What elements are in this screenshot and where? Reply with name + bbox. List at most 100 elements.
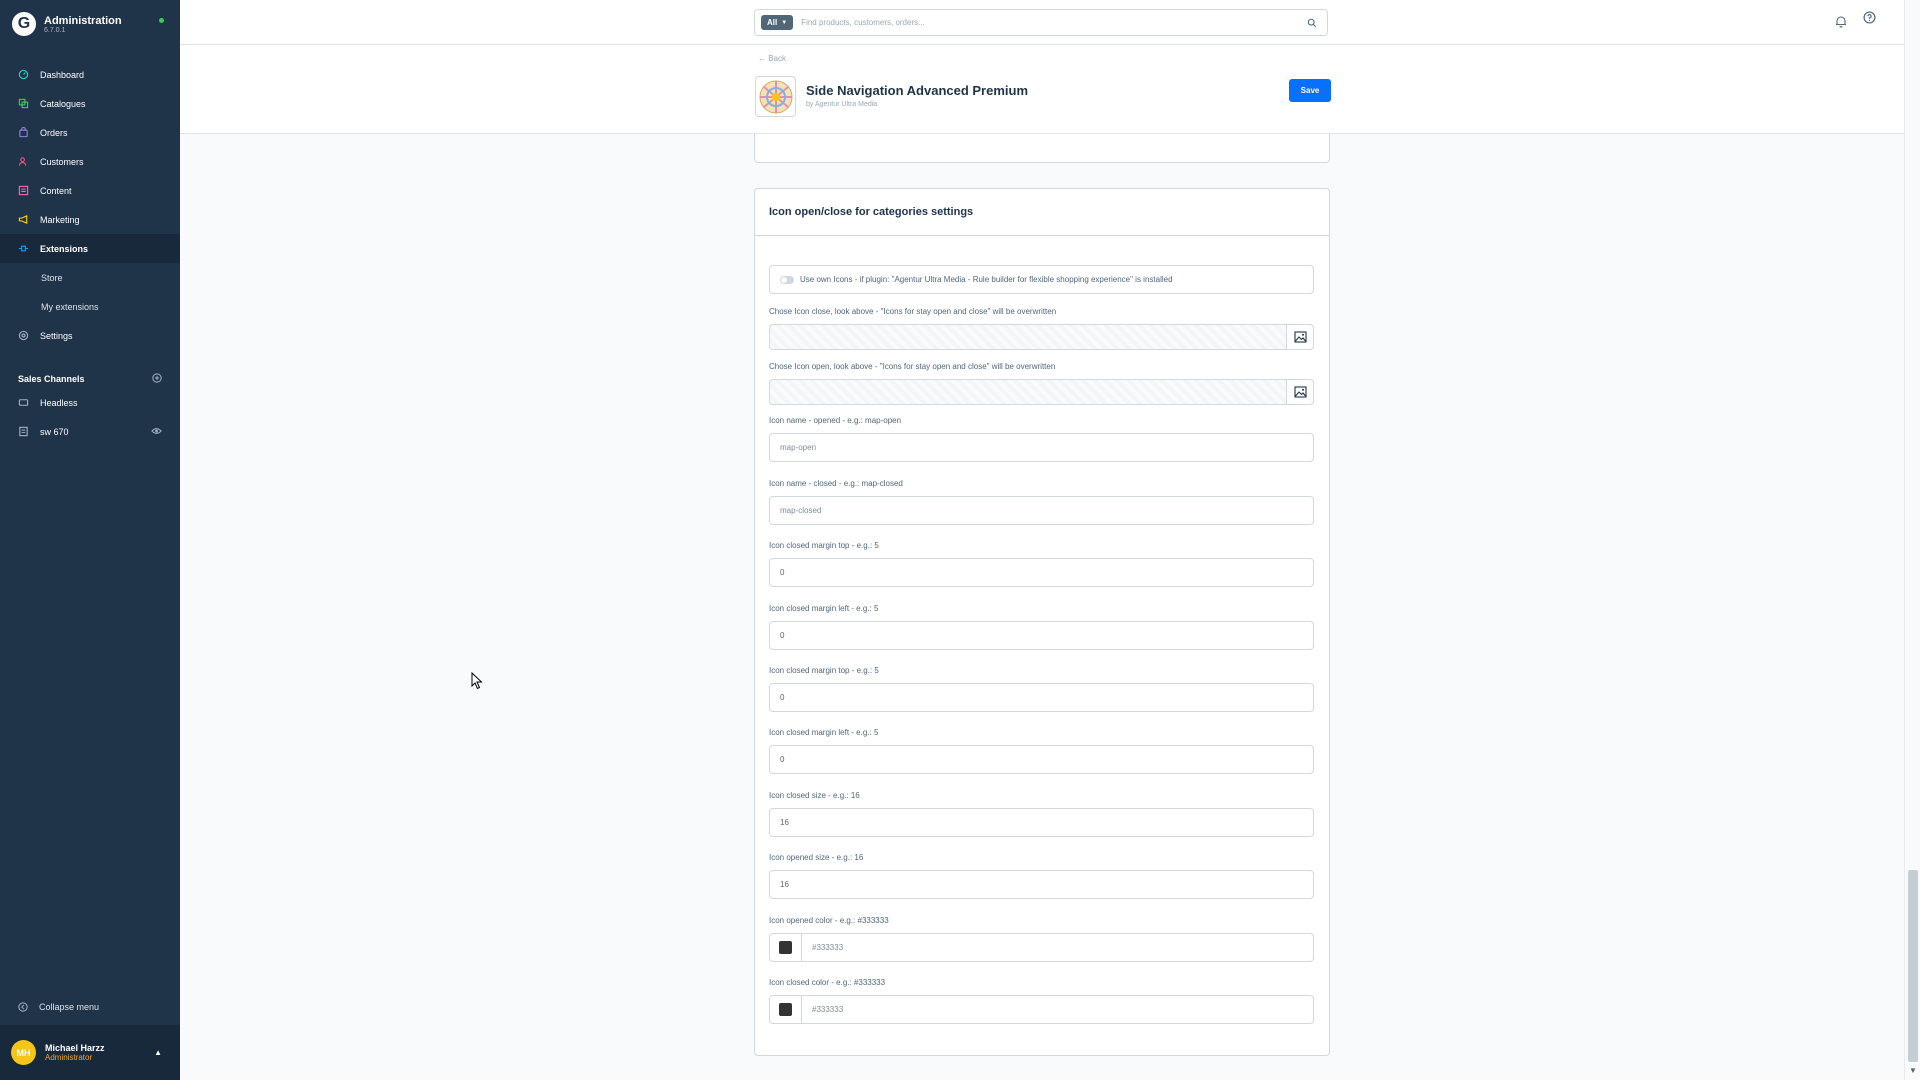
eye-icon[interactable] bbox=[151, 427, 162, 437]
settings-card: Icon open/close for categories settings … bbox=[754, 188, 1330, 1056]
brand-title: Administration bbox=[44, 14, 122, 27]
users-icon bbox=[18, 156, 29, 167]
use-own-icons-switch-field[interactable]: Use own Icons - if plugin: "Agentur Ultr… bbox=[769, 265, 1314, 294]
help-icon[interactable] bbox=[1863, 11, 1876, 29]
global-search: All ▼ bbox=[754, 9, 1328, 36]
arrow-left-icon: ← bbox=[758, 54, 766, 63]
field-label: Icon opened size - e.g.: 16 bbox=[769, 853, 864, 862]
gauge-icon bbox=[18, 69, 29, 80]
sidebar: G Administration 6.7.0.1 Dashboard Catal… bbox=[0, 0, 180, 1080]
icon-opened-color-field[interactable]: #333333 bbox=[769, 933, 1314, 962]
plugin-logo-icon bbox=[755, 76, 796, 117]
nav-label: Extensions bbox=[40, 243, 89, 254]
color-swatch bbox=[779, 941, 792, 954]
search-type-select[interactable]: All ▼ bbox=[761, 15, 794, 30]
scrollbar-thumb[interactable] bbox=[1908, 870, 1918, 1062]
sales-channel-sw670[interactable]: sw 670 bbox=[0, 417, 180, 446]
bell-icon[interactable] bbox=[1835, 15, 1847, 33]
page-header: ← Back Side Navigation Advanced Premium … bbox=[180, 45, 1904, 134]
shopping-bag-icon bbox=[18, 127, 29, 138]
user-role: Administrator bbox=[45, 1053, 93, 1062]
search-icon[interactable] bbox=[1307, 18, 1317, 28]
toggle-switch[interactable] bbox=[780, 275, 794, 284]
image-icon[interactable] bbox=[1286, 325, 1313, 349]
field-label: Icon name - closed - e.g.: map-closed bbox=[769, 479, 903, 488]
icon-closed-margin-left-input[interactable]: 0 bbox=[769, 621, 1314, 650]
back-label: Back bbox=[768, 54, 787, 63]
color-value[interactable]: #333333 bbox=[802, 1005, 843, 1014]
nav-customers[interactable]: Customers bbox=[0, 147, 180, 176]
nav-orders[interactable]: Orders bbox=[0, 118, 180, 147]
field-label: Chose Icon close, look above - "Icons fo… bbox=[769, 307, 1057, 316]
icon-closed-margin-top-input[interactable]: 0 bbox=[769, 558, 1314, 587]
icon-open-media-field[interactable] bbox=[769, 379, 1314, 405]
gear-icon bbox=[18, 330, 29, 341]
color-value[interactable]: #333333 bbox=[802, 943, 843, 952]
field-label: Icon closed margin left - e.g.: 5 bbox=[769, 604, 879, 613]
topbar: All ▼ bbox=[180, 0, 1904, 45]
field-label: Icon closed margin top - e.g.: 5 bbox=[769, 666, 879, 675]
collapse-icon bbox=[18, 1002, 28, 1012]
storefront-icon bbox=[18, 426, 29, 437]
main-nav: Dashboard Catalogues Orders Customers Co… bbox=[0, 60, 180, 350]
nav-label: Content bbox=[40, 185, 72, 196]
image-icon[interactable] bbox=[1286, 380, 1313, 404]
plug-icon bbox=[18, 243, 29, 254]
nav-dashboard[interactable]: Dashboard bbox=[0, 60, 180, 89]
field-label: Icon name - opened - e.g.: map-open bbox=[769, 416, 902, 425]
switch-label: Use own Icons - if plugin: "Agentur Ultr… bbox=[800, 275, 1173, 284]
icon-closed-margin-top-input-2[interactable]: 0 bbox=[769, 683, 1314, 712]
sales-channels-title: Sales Channels bbox=[18, 374, 85, 384]
color-picker-button[interactable] bbox=[770, 996, 802, 1023]
icon-closed-color-field[interactable]: #333333 bbox=[769, 995, 1314, 1024]
field-label: Icon closed size - e.g.: 16 bbox=[769, 791, 860, 800]
search-input[interactable] bbox=[801, 18, 1307, 27]
user-name: Michael Harzz bbox=[45, 1043, 105, 1053]
save-button[interactable]: Save bbox=[1289, 79, 1331, 102]
content-icon bbox=[18, 185, 29, 196]
icon-close-media-field[interactable] bbox=[769, 324, 1314, 350]
nav-label: Catalogues bbox=[40, 98, 86, 109]
sales-channels-header: Sales Channels bbox=[0, 370, 180, 388]
icon-name-opened-input[interactable]: map-open bbox=[769, 433, 1314, 462]
add-sales-channel-icon[interactable] bbox=[152, 373, 162, 385]
nav-label: Dashboard bbox=[40, 69, 85, 80]
avatar: MH bbox=[11, 1040, 36, 1065]
nav-catalogues[interactable]: Catalogues bbox=[0, 89, 180, 118]
nav-label: Marketing bbox=[40, 214, 80, 225]
chevron-up-icon: ▲ bbox=[154, 1048, 162, 1057]
previous-settings-card bbox=[754, 134, 1330, 163]
collapse-menu-button[interactable]: Collapse menu bbox=[0, 996, 180, 1018]
nav-label: Orders bbox=[40, 127, 68, 138]
user-menu[interactable]: MH Michael Harzz Administrator ▲ bbox=[0, 1025, 180, 1080]
catalogue-icon bbox=[18, 98, 29, 109]
sales-channel-headless[interactable]: Headless bbox=[0, 388, 180, 417]
icon-closed-margin-left-input-2[interactable]: 0 bbox=[769, 745, 1314, 774]
nav-store[interactable]: Store bbox=[0, 263, 180, 292]
icon-closed-size-input[interactable]: 16 bbox=[769, 808, 1314, 837]
mouse-cursor-icon bbox=[471, 671, 483, 695]
field-label: Icon closed color - e.g.: #333333 bbox=[769, 978, 886, 987]
megaphone-icon bbox=[18, 214, 29, 225]
nav-content[interactable]: Content bbox=[0, 176, 180, 205]
back-link[interactable]: ← Back bbox=[758, 54, 786, 63]
nav-marketing[interactable]: Marketing bbox=[0, 205, 180, 234]
plugin-author: by Agentur Ultra Media bbox=[806, 101, 878, 108]
brand-version: 6.7.0.1 bbox=[44, 26, 66, 34]
field-label: Icon opened color - e.g.: #333333 bbox=[769, 916, 889, 925]
shopware-logo-icon: G bbox=[12, 12, 36, 36]
color-picker-button[interactable] bbox=[770, 934, 802, 961]
sales-channel-label: sw 670 bbox=[40, 426, 69, 437]
page-scrollbar[interactable]: ▼ bbox=[1904, 0, 1920, 1080]
nav-extensions[interactable]: Extensions bbox=[0, 234, 180, 263]
nav-settings[interactable]: Settings bbox=[0, 321, 180, 350]
page-title: Side Navigation Advanced Premium bbox=[806, 83, 1029, 98]
nav-my-extensions[interactable]: My extensions bbox=[0, 292, 180, 321]
brand[interactable]: G Administration 6.7.0.1 bbox=[0, 0, 180, 48]
icon-name-closed-input[interactable]: map-closed bbox=[769, 496, 1314, 525]
sales-channel-label: Headless bbox=[40, 397, 78, 408]
icon-opened-size-input[interactable]: 16 bbox=[769, 870, 1314, 899]
field-label: Chose Icon open, look above - "Icons for… bbox=[769, 362, 1056, 371]
scroll-down-icon[interactable]: ▼ bbox=[1909, 1066, 1917, 1075]
color-swatch bbox=[779, 1003, 792, 1016]
